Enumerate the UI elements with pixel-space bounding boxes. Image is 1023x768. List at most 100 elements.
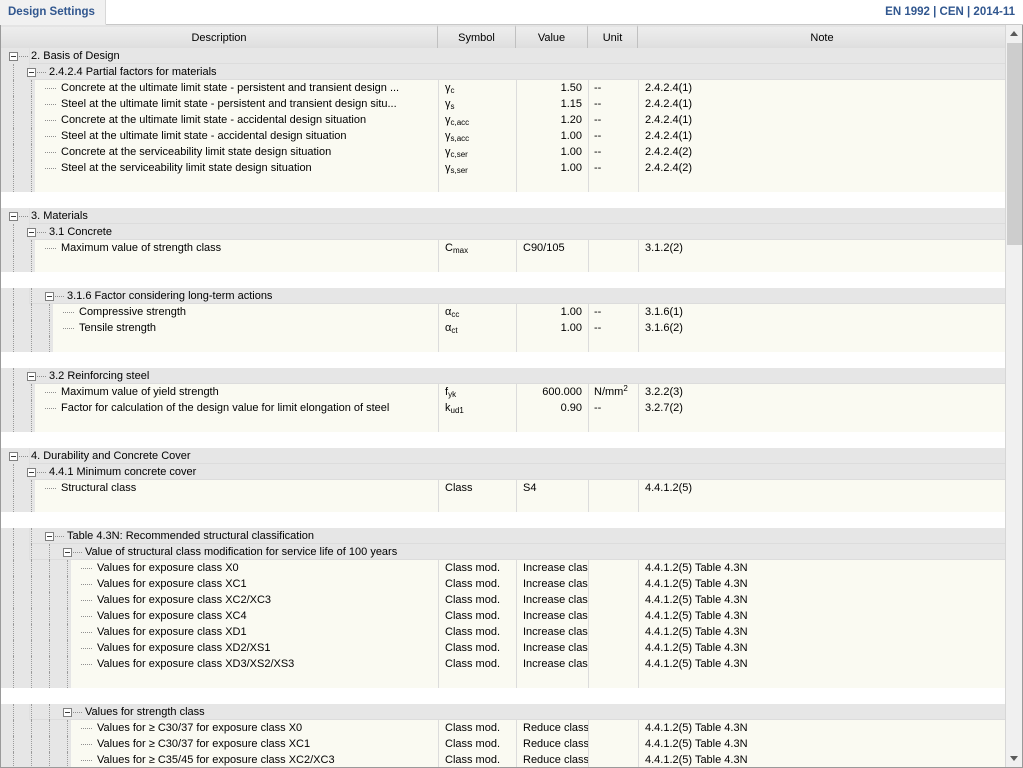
- cell-value[interactable]: [516, 176, 588, 192]
- tree-group-row[interactable]: Table 4.3N: Recommended structural class…: [1, 528, 1006, 544]
- scroll-up-button[interactable]: [1006, 25, 1022, 42]
- table-row[interactable]: Values for exposure class XD1Class mod.I…: [1, 624, 1006, 640]
- cell-value[interactable]: Reduce class by 1: [516, 752, 588, 767]
- cell-value[interactable]: [516, 192, 588, 208]
- table-row[interactable]: Tensile strengthαct1.00--3.1.6(2): [1, 320, 1006, 336]
- column-header-value[interactable]: Value: [516, 25, 588, 48]
- cell-description: Factor for calculation of the design val…: [1, 400, 438, 416]
- column-header-description[interactable]: Description: [1, 25, 438, 48]
- collapse-expander-icon[interactable]: [45, 292, 54, 301]
- table-row[interactable]: Values for exposure class XD3/XS2/XS3Cla…: [1, 656, 1006, 672]
- tree-connector-line: [55, 296, 64, 297]
- table-row[interactable]: Values for exposure class XD2/XS1Class m…: [1, 640, 1006, 656]
- cell-value[interactable]: Increase class by 2: [516, 640, 588, 656]
- column-header-note[interactable]: Note: [638, 25, 1006, 48]
- cell-value[interactable]: Increase class by 2: [516, 576, 588, 592]
- cell-value[interactable]: 1.50: [516, 80, 588, 96]
- tree-group-row[interactable]: 4.4.1 Minimum concrete cover: [1, 464, 1006, 480]
- table-row[interactable]: Structural classClassS44.4.1.2(5): [1, 480, 1006, 496]
- cell-value[interactable]: [516, 688, 588, 704]
- collapse-expander-icon[interactable]: [27, 68, 36, 77]
- table-row[interactable]: Concrete at the ultimate limit state - p…: [1, 80, 1006, 96]
- scroll-down-button[interactable]: [1006, 750, 1022, 767]
- cell-value[interactable]: Increase class by 2: [516, 656, 588, 672]
- collapse-expander-icon[interactable]: [9, 212, 18, 221]
- collapse-expander-icon[interactable]: [9, 452, 18, 461]
- cell-value[interactable]: 1.00: [516, 128, 588, 144]
- cell-value[interactable]: [516, 416, 588, 432]
- collapse-expander-icon[interactable]: [45, 532, 54, 541]
- tree-group-row[interactable]: 4. Durability and Concrete Cover: [1, 448, 1006, 464]
- symbol-text: Class mod.: [445, 592, 500, 608]
- cell-value[interactable]: Increase class by 2: [516, 592, 588, 608]
- tree-group-row[interactable]: 3.1.6 Factor considering long-term actio…: [1, 288, 1006, 304]
- collapse-expander-icon[interactable]: [27, 372, 36, 381]
- collapse-expander-icon[interactable]: [63, 548, 72, 557]
- column-header-unit[interactable]: Unit: [588, 25, 638, 48]
- tree-node: Values for ≥ C30/37 for exposure class X…: [81, 736, 310, 752]
- tree-group-row[interactable]: 3.1 Concrete: [1, 224, 1006, 240]
- table-row[interactable]: Steel at the ultimate limit state - acci…: [1, 128, 1006, 144]
- unit-text: --: [594, 320, 601, 336]
- cell-value[interactable]: [516, 272, 588, 288]
- table-row[interactable]: Maximum value of yield strengthfyk600.00…: [1, 384, 1006, 400]
- table-row[interactable]: Values for exposure class XC4Class mod.I…: [1, 608, 1006, 624]
- cell-description: Values for exposure class XD2/XS1: [1, 640, 438, 656]
- cell-value[interactable]: [516, 496, 588, 512]
- cell-value[interactable]: 1.15: [516, 96, 588, 112]
- cell-value[interactable]: 0.90: [516, 400, 588, 416]
- cell-value[interactable]: 1.00: [516, 320, 588, 336]
- cell-value[interactable]: Increase class by 2: [516, 608, 588, 624]
- cell-value[interactable]: [516, 352, 588, 368]
- cell-symbol: Class mod.: [438, 592, 516, 608]
- table-row[interactable]: Values for exposure class XC1Class mod.I…: [1, 576, 1006, 592]
- tree-group-row[interactable]: 3.2 Reinforcing steel: [1, 368, 1006, 384]
- table-row[interactable]: Factor for calculation of the design val…: [1, 400, 1006, 416]
- table-row[interactable]: Maximum value of strength classCmaxC90/1…: [1, 240, 1006, 256]
- cell-value[interactable]: S4: [516, 480, 588, 496]
- vertical-scrollbar[interactable]: [1005, 25, 1022, 767]
- cell-value[interactable]: [516, 336, 588, 352]
- tree-node: 2. Basis of Design: [9, 48, 120, 64]
- table-row[interactable]: Compressive strengthαcc1.00--3.1.6(1): [1, 304, 1006, 320]
- cell-value[interactable]: [516, 512, 588, 528]
- collapse-expander-icon[interactable]: [9, 52, 18, 61]
- table-row[interactable]: Values for ≥ C30/37 for exposure class X…: [1, 736, 1006, 752]
- tree-group-row[interactable]: Values for strength class: [1, 704, 1006, 720]
- value-text: Increase class by 2: [523, 608, 588, 624]
- chevron-down-icon: [1010, 756, 1018, 761]
- collapse-expander-icon[interactable]: [27, 228, 36, 237]
- cell-value[interactable]: 1.20: [516, 112, 588, 128]
- table-row[interactable]: Values for ≥ C30/37 for exposure class X…: [1, 720, 1006, 736]
- cell-value[interactable]: Increase class by 2: [516, 624, 588, 640]
- table-row[interactable]: Values for exposure class XC2/XC3Class m…: [1, 592, 1006, 608]
- table-row[interactable]: Values for exposure class X0Class mod.In…: [1, 560, 1006, 576]
- titlebar-tab[interactable]: Design Settings: [0, 0, 106, 25]
- cell-value[interactable]: Reduce class by 1: [516, 720, 588, 736]
- tree-group-row[interactable]: 2.4.2.4 Partial factors for materials: [1, 64, 1006, 80]
- cell-value[interactable]: 600.000: [516, 384, 588, 400]
- cell-value[interactable]: [516, 432, 588, 448]
- cell-value[interactable]: Reduce class by 1: [516, 736, 588, 752]
- tree-group-row[interactable]: Value of structural class modification f…: [1, 544, 1006, 560]
- table-row[interactable]: Concrete at the serviceability limit sta…: [1, 144, 1006, 160]
- cell-value[interactable]: C90/105: [516, 240, 588, 256]
- cell-value[interactable]: 1.00: [516, 304, 588, 320]
- table-row[interactable]: Steel at the ultimate limit state - pers…: [1, 96, 1006, 112]
- value-text: 1.00: [561, 304, 582, 320]
- cell-value[interactable]: Increase class by 2: [516, 560, 588, 576]
- collapse-expander-icon[interactable]: [63, 708, 72, 717]
- cell-value[interactable]: 1.00: [516, 160, 588, 176]
- cell-value[interactable]: [516, 672, 588, 688]
- column-header-symbol[interactable]: Symbol: [438, 25, 516, 48]
- collapse-expander-icon[interactable]: [27, 468, 36, 477]
- table-row[interactable]: Values for ≥ C35/45 for exposure class X…: [1, 752, 1006, 767]
- tree-group-row[interactable]: 2. Basis of Design: [1, 48, 1006, 64]
- scrollbar-thumb[interactable]: [1007, 43, 1022, 245]
- table-row[interactable]: Steel at the serviceability limit state …: [1, 160, 1006, 176]
- table-row[interactable]: Concrete at the ultimate limit state - a…: [1, 112, 1006, 128]
- tree-indent-band: [29, 96, 35, 112]
- tree-group-row[interactable]: 3. Materials: [1, 208, 1006, 224]
- cell-value[interactable]: [516, 256, 588, 272]
- cell-value[interactable]: 1.00: [516, 144, 588, 160]
